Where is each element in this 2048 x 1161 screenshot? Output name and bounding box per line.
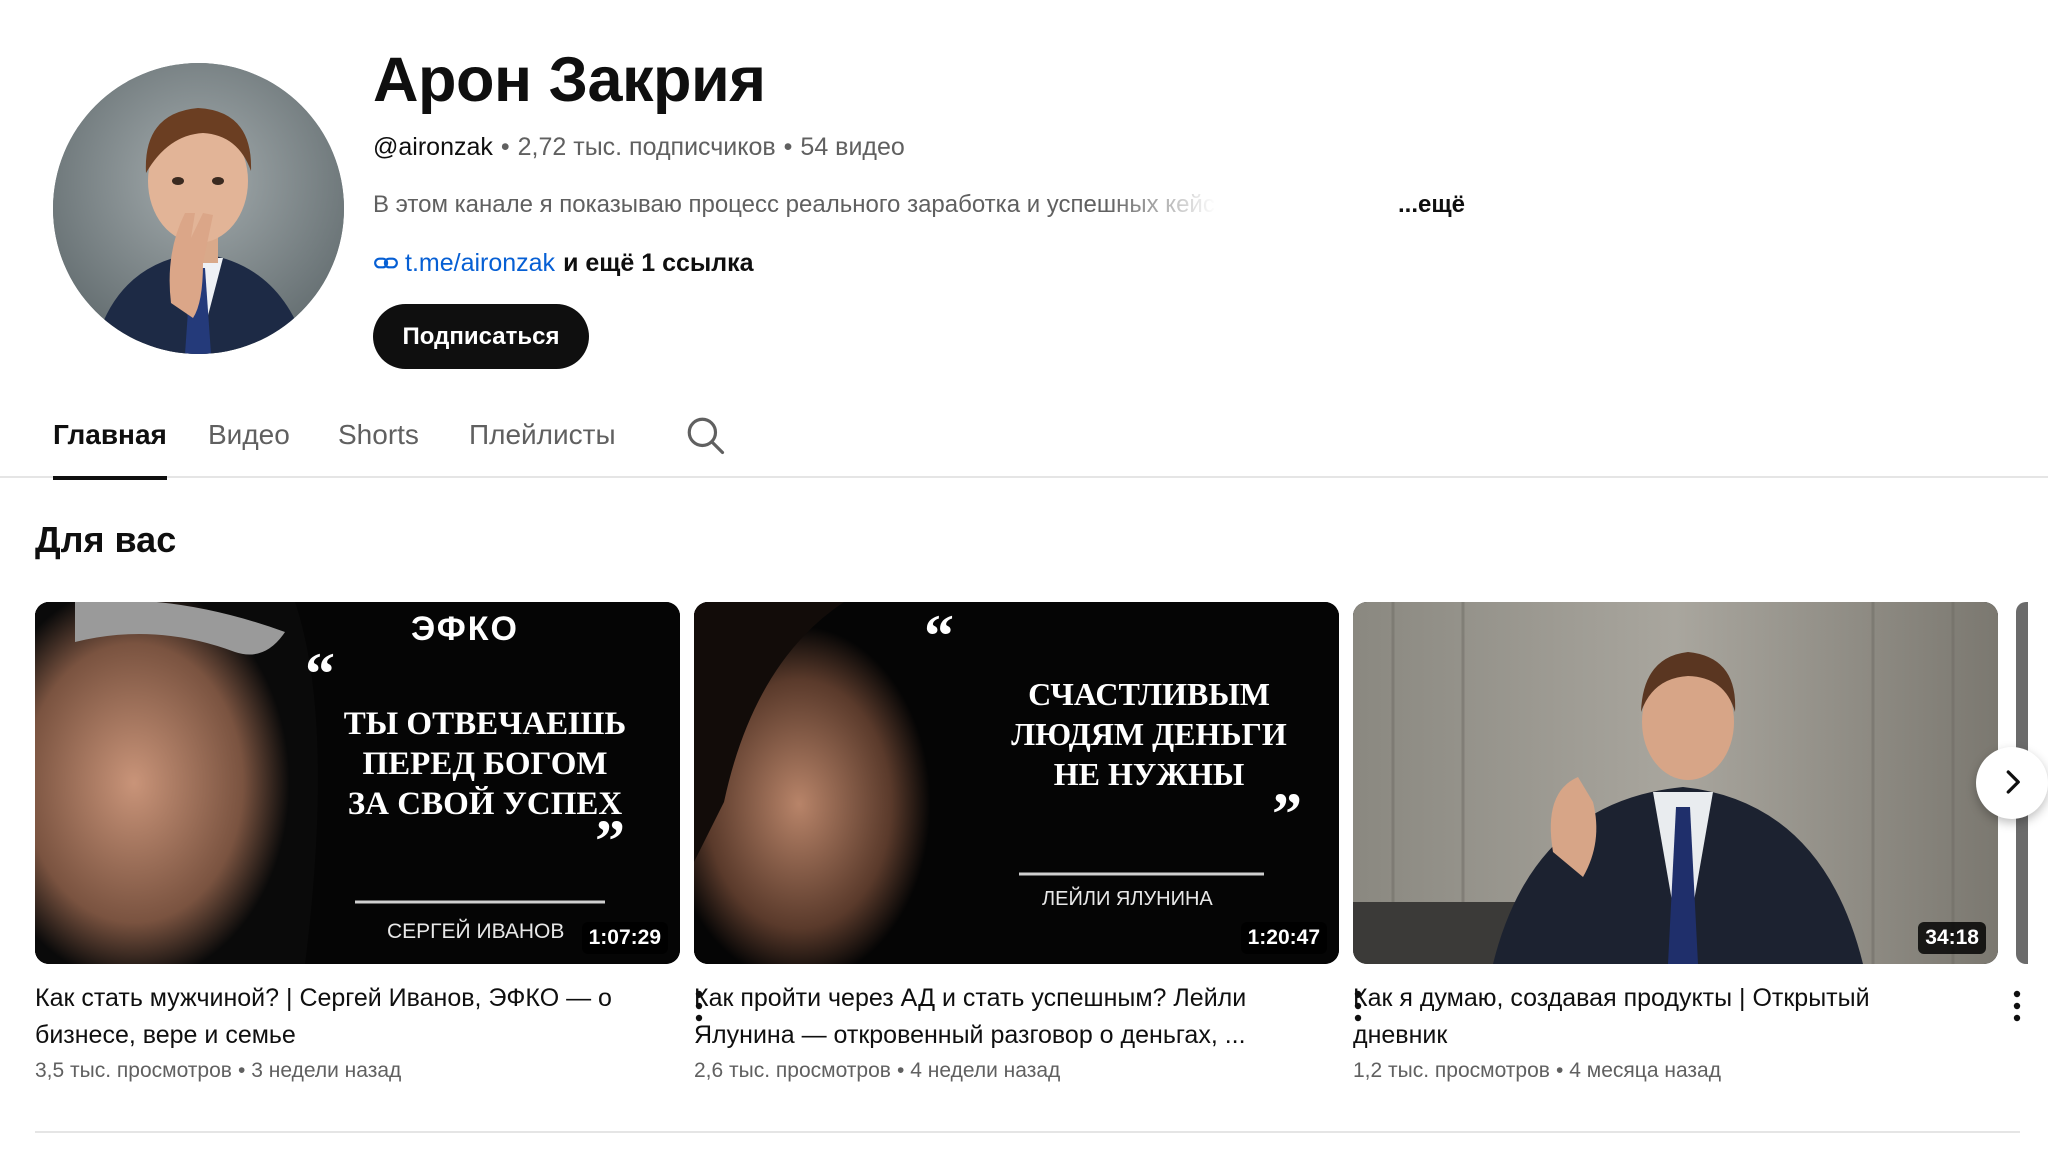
quote-close-icon: ”: [1272, 781, 1302, 847]
video-duration: 1:07:29: [581, 922, 668, 954]
video-duration: 1:20:47: [1240, 922, 1327, 954]
video-card[interactable]: “ СЧАСТЛИВЫМ ЛЮДЯМ ДЕНЬГИ НЕ НУЖНЫ ” ЛЕЙ…: [694, 602, 1362, 1082]
video-count: 54 видео: [800, 133, 905, 161]
description-more-link[interactable]: ...ещё: [1398, 188, 1465, 222]
thumbnail-quote: ТЫ ОТВЕЧАЕШЬ ПЕРЕД БОГОМ ЗА СВОЙ УСПЕХ: [343, 706, 627, 822]
video-meta: 1,2 тыс. просмотров • 4 месяца назад: [1353, 1056, 1721, 1086]
tab-playlists[interactable]: Плейлисты: [469, 400, 616, 478]
video-title[interactable]: Как пройти через АД и стать успешным? Ле…: [694, 980, 1294, 1054]
upload-age: 3 недели назад: [251, 1059, 402, 1082]
link-icon: [373, 250, 399, 276]
view-count: 3,5 тыс. просмотров: [35, 1059, 232, 1082]
channel-title: Арон Закрия: [373, 45, 766, 115]
thumbnail-speaker: ЛЕЙЛИ ЯЛУНИНА: [1042, 888, 1213, 910]
video-thumbnail[interactable]: “ СЧАСТЛИВЫМ ЛЮДЯМ ДЕНЬГИ НЕ НУЖНЫ ” ЛЕЙ…: [694, 602, 1339, 964]
meta-separator: •: [896, 1059, 905, 1082]
video-title[interactable]: Как я думаю, создавая продукты | Открыты…: [1353, 980, 1953, 1054]
thumbnail-quote: СЧАСТЛИВЫМ ЛЮДЯМ ДЕНЬГИ НЕ НУЖНЫ: [1011, 676, 1287, 792]
meta-separator: •: [237, 1059, 246, 1082]
channel-avatar[interactable]: [53, 63, 344, 354]
meta-separator: •: [783, 133, 793, 161]
subscriber-count: 2,72 тыс. подписчиков: [517, 133, 776, 161]
quote-open-icon: “: [305, 641, 335, 707]
quote-open-icon: “: [924, 603, 954, 669]
meta-separator: •: [500, 133, 510, 161]
telegram-link[interactable]: t.me/aironzak: [405, 246, 555, 280]
description-text: В этом канале я показываю процесс реальн…: [373, 191, 1260, 218]
upload-age: 4 месяца назад: [1569, 1059, 1721, 1082]
more-vert-icon[interactable]: [2005, 986, 2029, 1026]
thumbnail-art: [1353, 602, 1998, 964]
avatar-portrait: [53, 63, 344, 354]
subscribe-button[interactable]: Подписаться: [373, 304, 589, 369]
channel-description[interactable]: В этом канале я показываю процесс реальн…: [373, 188, 1473, 222]
section-title: Для вас: [35, 519, 177, 560]
chevron-right-icon: [1997, 767, 2027, 800]
video-meta: 3,5 тыс. просмотров • 3 недели назад: [35, 1056, 401, 1086]
thumbnail-speaker: СЕРГЕЙ ИВАНОВ: [387, 920, 565, 943]
carousel-next-button[interactable]: [1976, 747, 2048, 819]
video-card[interactable]: ЭФКО “ ТЫ ОТВЕЧАЕШЬ ПЕРЕД БОГОМ ЗА СВОЙ …: [35, 602, 703, 1082]
thumbnail-brand: ЭФКО: [411, 610, 519, 648]
video-thumbnail[interactable]: ЭФКО “ ТЫ ОТВЕЧАЕШЬ ПЕРЕД БОГОМ ЗА СВОЙ …: [35, 602, 680, 964]
video-meta: 2,6 тыс. просмотров • 4 недели назад: [694, 1056, 1060, 1086]
video-thumbnail[interactable]: 34:18: [1353, 602, 1998, 964]
channel-links: t.me/aironzak и ещё 1 ссылка: [373, 246, 754, 280]
video-card[interactable]: 34:18 Как я думаю, создавая продукты | О…: [1353, 602, 2021, 1082]
tab-home[interactable]: Главная: [53, 400, 167, 480]
view-count: 1,2 тыс. просмотров: [1353, 1059, 1550, 1082]
video-title[interactable]: Как стать мужчиной? | Сергей Иванов, ЭФК…: [35, 980, 635, 1054]
channel-tabs: Главная Видео Shorts Плейлисты: [0, 400, 2048, 480]
more-links-button[interactable]: и ещё 1 ссылка: [563, 246, 753, 280]
view-count: 2,6 тыс. просмотров: [694, 1059, 891, 1082]
channel-handle: @aironzak: [373, 133, 493, 161]
channel-meta: @aironzak • 2,72 тыс. подписчиков • 54 видео: [373, 130, 905, 164]
quote-close-icon: ”: [595, 808, 625, 874]
tab-shorts[interactable]: Shorts: [338, 400, 419, 478]
upload-age: 4 недели назад: [910, 1059, 1061, 1082]
search-icon[interactable]: [684, 414, 726, 456]
meta-separator: •: [1555, 1059, 1564, 1082]
section-divider: [35, 1131, 2020, 1133]
tab-videos[interactable]: Видео: [208, 400, 290, 478]
video-duration: 34:18: [1918, 922, 1986, 954]
